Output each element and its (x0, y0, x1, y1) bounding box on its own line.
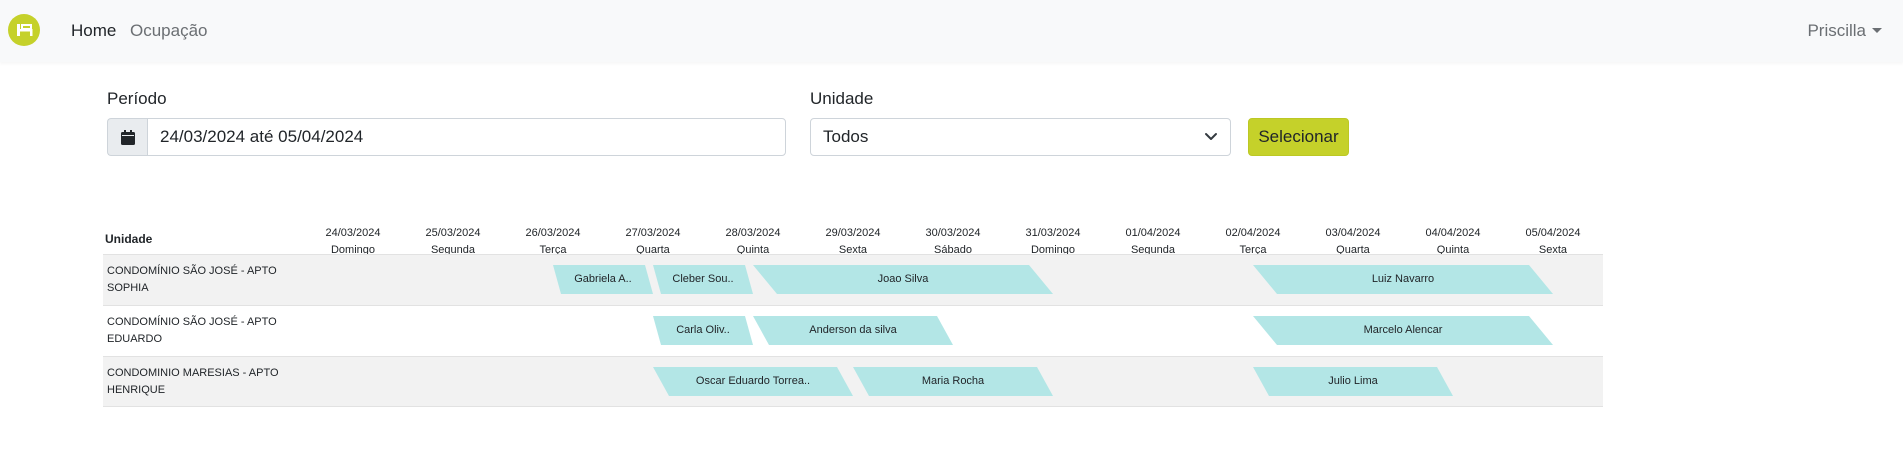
booking-bar[interactable]: Carla Oliv.. (653, 316, 753, 345)
day-date: 24/03/2024 (325, 227, 381, 239)
brand-logo-icon[interactable] (8, 14, 40, 46)
user-name: Priscilla (1807, 21, 1866, 40)
day-date: 27/03/2024 (625, 227, 681, 239)
unidade-label: Unidade (810, 89, 874, 108)
periodo-date-input[interactable] (147, 118, 786, 156)
calendar-icon[interactable] (107, 118, 147, 156)
selecionar-button[interactable]: Selecionar (1248, 118, 1349, 156)
booking-bar[interactable]: Anderson da silva (753, 316, 953, 345)
day-date: 02/04/2024 (1225, 227, 1281, 239)
day-date: 03/04/2024 (1325, 227, 1381, 239)
unidade-select[interactable]: Todos (810, 118, 1231, 156)
unit-name: CONDOMINIO MARESIAS - APTO HENRIQUE (107, 367, 279, 396)
occupancy-timeline: Unidade 24/03/2024 Domingo 25/03/2024 Segun… (103, 205, 1603, 407)
booking-bar[interactable]: Marcelo Alencar (1253, 316, 1553, 345)
nav-home-link[interactable]: Home (71, 20, 116, 42)
day-date: 28/03/2024 (725, 227, 781, 239)
unit-column-header: Unidade (105, 232, 153, 246)
unit-name: CONDOMÍNIO SÃO JOSÉ - APTO EDUARDO (107, 316, 277, 345)
unit-row: CONDOMÍNIO SÃO JOSÉ - APTO SOPHIA Gabriel… (103, 254, 1603, 305)
top-navbar: Home Ocupação Priscilla (0, 0, 1903, 62)
unit-name: CONDOMÍNIO SÃO JOSÉ - APTO SOPHIA (107, 265, 277, 294)
booking-bar[interactable]: Maria Rocha (853, 367, 1053, 396)
day-date: 29/03/2024 (825, 227, 881, 239)
booking-bar[interactable]: Julio Lima (1253, 367, 1453, 396)
unit-row: CONDOMINIO MARESIAS - APTO HENRIQUE Oscar… (103, 356, 1603, 407)
chevron-down-icon (1204, 127, 1218, 147)
day-date: 25/03/2024 (425, 227, 481, 239)
day-date: 05/04/2024 (1525, 227, 1581, 239)
booking-bar[interactable]: Oscar Eduardo Torrea.. (653, 367, 853, 396)
booking-bar[interactable]: Cleber Sou.. (653, 265, 753, 294)
day-date: 30/03/2024 (925, 227, 981, 239)
unit-row: CONDOMÍNIO SÃO JOSÉ - APTO EDUARDO Carla … (103, 305, 1603, 356)
user-menu-dropdown[interactable]: Priscilla (1807, 20, 1882, 42)
booking-bar[interactable]: Gabriela A.. (553, 265, 653, 294)
caret-down-icon (1872, 28, 1882, 33)
booking-bar[interactable]: Luiz Navarro (1253, 265, 1553, 294)
day-date: 04/04/2024 (1425, 227, 1481, 239)
day-date: 26/03/2024 (525, 227, 581, 239)
periodo-label: Período (107, 89, 167, 108)
nav-ocupacao-link[interactable]: Ocupação (130, 20, 208, 42)
day-date: 31/03/2024 (1025, 227, 1081, 239)
periodo-input-group (107, 118, 786, 156)
booking-bar[interactable]: Joao Silva (753, 265, 1053, 294)
day-date: 01/04/2024 (1125, 227, 1181, 239)
unidade-selected-value: Todos (823, 127, 869, 146)
